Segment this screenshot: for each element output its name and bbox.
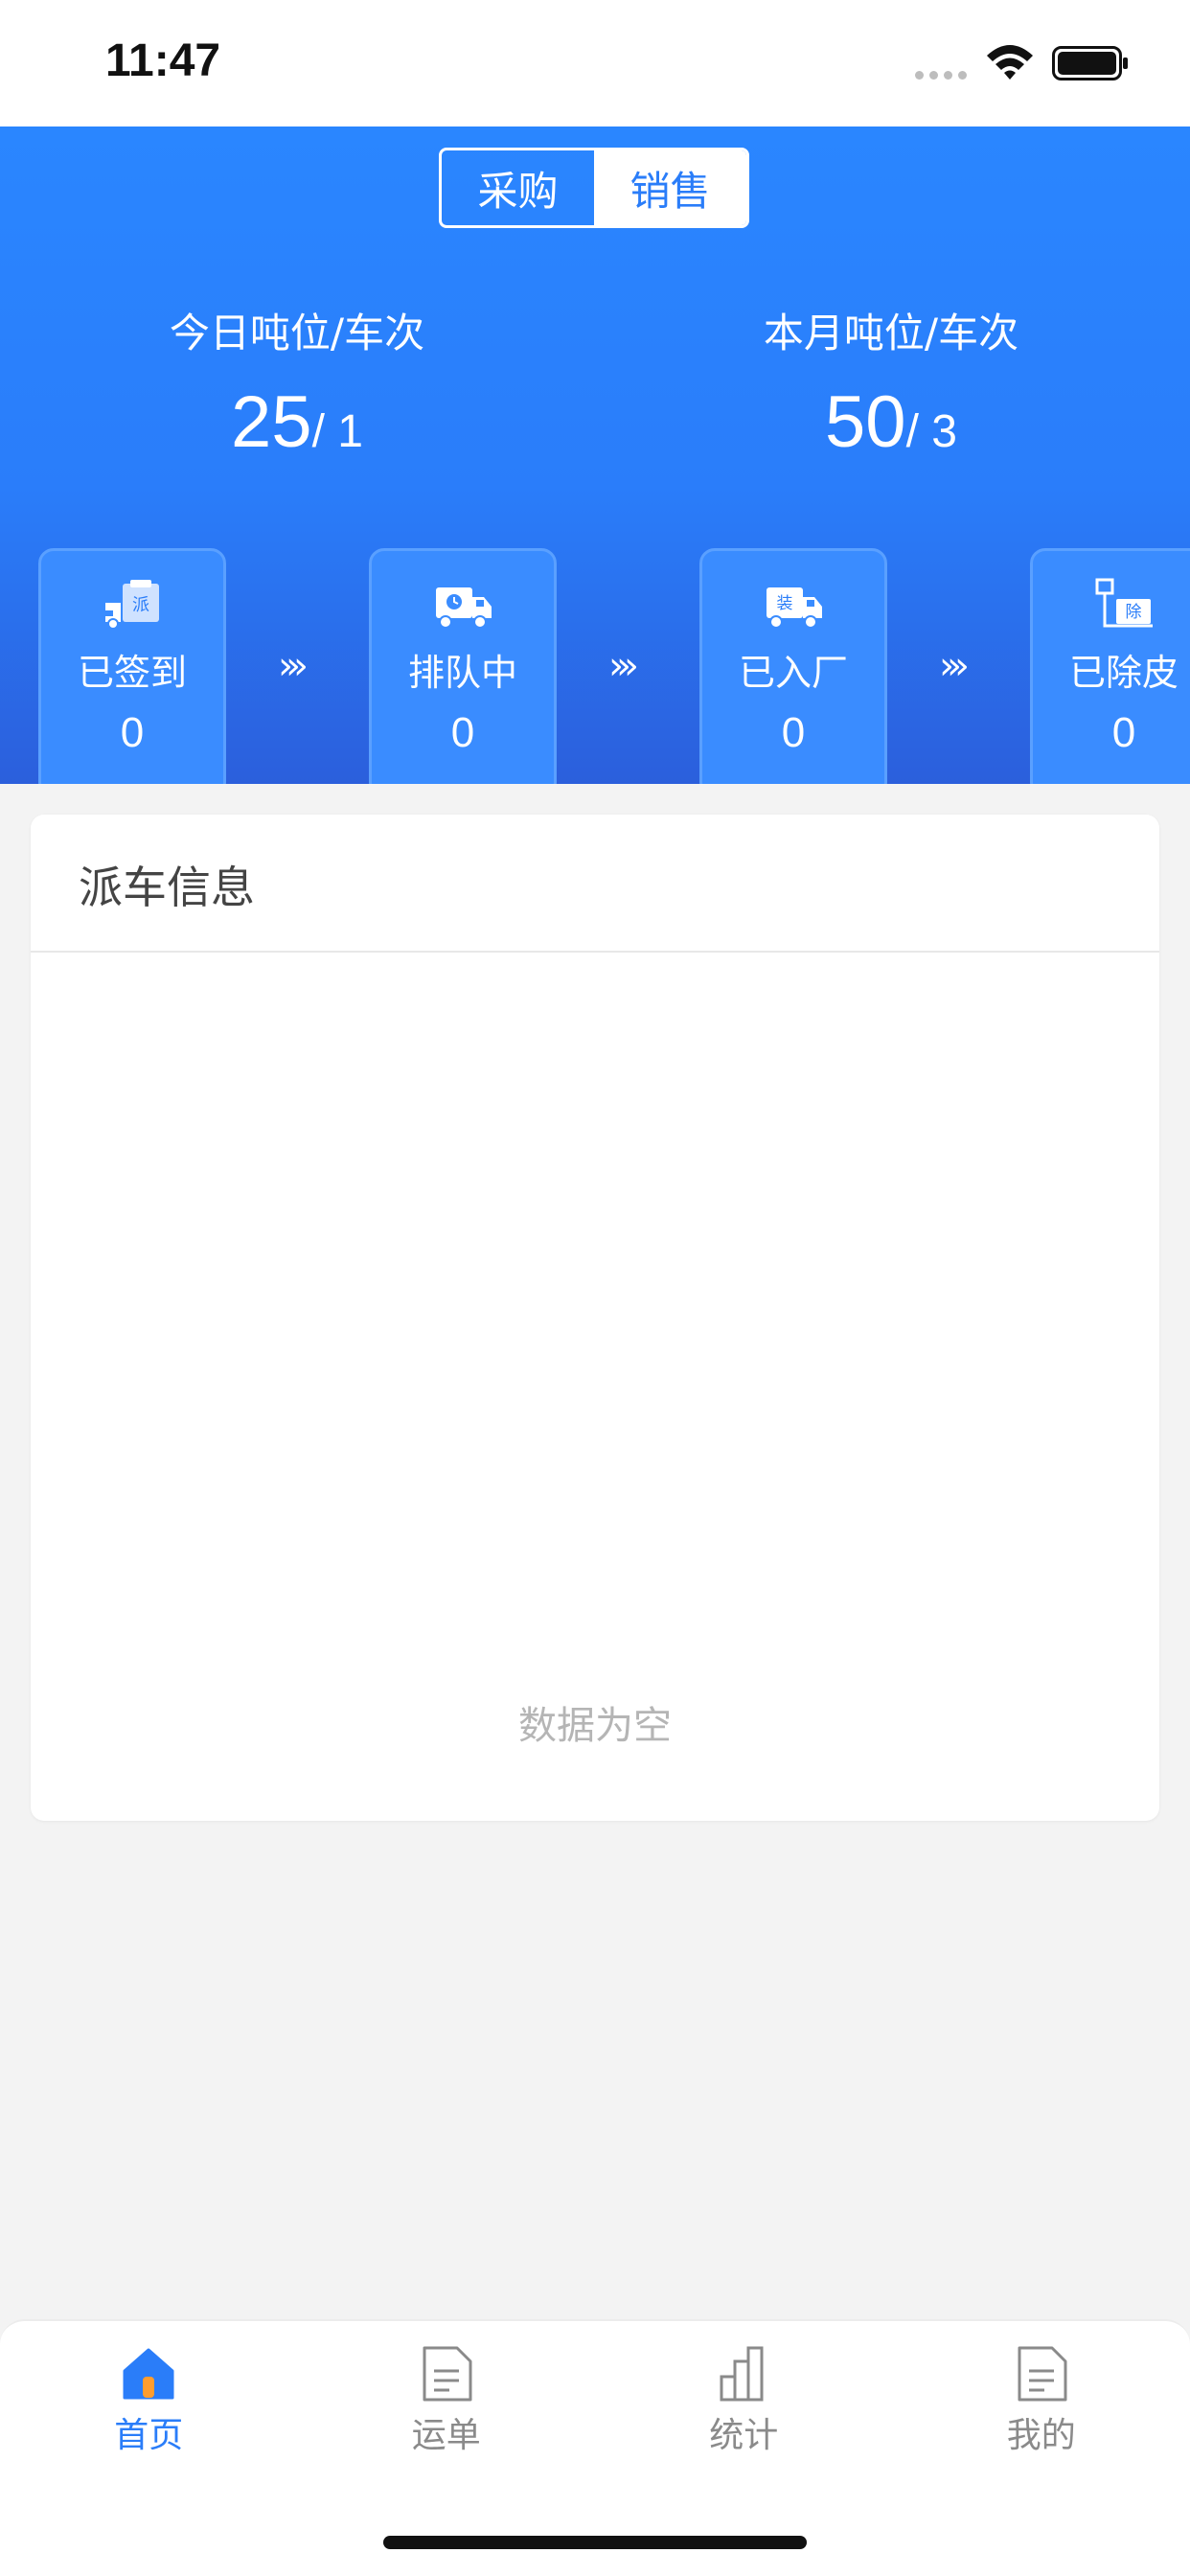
- divider: [31, 951, 1159, 953]
- month-trips: / 3: [905, 406, 957, 457]
- stats-icon: [720, 2346, 764, 2402]
- bottom-safe-area: [0, 2476, 1190, 2576]
- segment-purchase[interactable]: 采购: [442, 150, 594, 225]
- chevrons-right-icon: ›››: [939, 644, 970, 688]
- tab-profile[interactable]: 我的: [893, 2321, 1190, 2478]
- stage-card-signed-in[interactable]: 派 已签到 0: [38, 548, 226, 784]
- stage-count: 0: [781, 709, 806, 756]
- stage-card-queuing[interactable]: 排队中 0: [369, 548, 557, 784]
- tab-label: 我的: [1006, 2416, 1076, 2455]
- stage-badge: 除: [1126, 603, 1142, 622]
- chevrons-right-icon: ›››: [278, 644, 309, 688]
- dispatch-truck-icon: 派: [105, 580, 159, 630]
- load-truck-icon: 装: [767, 587, 822, 629]
- month-tons: 50: [825, 381, 906, 463]
- purchase-sales-toggle[interactable]: 采购 销售: [439, 148, 749, 228]
- stage-count: 0: [120, 709, 145, 756]
- tab-label: 统计: [709, 2416, 779, 2455]
- profile-doc-icon: [1018, 2346, 1067, 2402]
- tab-waybill[interactable]: 运单: [298, 2321, 596, 2478]
- dispatch-info-card: 派车信息 数据为空: [31, 815, 1159, 1821]
- tab-home[interactable]: 首页: [0, 2321, 298, 2478]
- stage-label: 已签到: [77, 652, 187, 694]
- stage-count: 0: [450, 709, 475, 756]
- home-icon: [123, 2348, 174, 2400]
- month-stat-value: 50/ 3: [690, 380, 1092, 464]
- today-stat-value: 25/ 1: [96, 380, 498, 464]
- today-trips: / 1: [311, 406, 363, 457]
- status-time: 11:47: [105, 35, 221, 86]
- stage-badge: 装: [777, 594, 793, 613]
- stage-count: 0: [1111, 709, 1136, 756]
- queue-truck-icon: [436, 587, 492, 629]
- status-bar: 11:47: [0, 0, 1190, 126]
- stage-label: 已除皮: [1068, 652, 1179, 694]
- waybill-icon: [423, 2346, 472, 2402]
- month-stat: 本月吨位/车次 50/ 3: [690, 301, 1092, 464]
- wifi-icon: [987, 45, 1033, 80]
- battery-icon: [1052, 46, 1128, 80]
- stage-card-tared[interactable]: 除 已除皮 0: [1030, 548, 1190, 784]
- empty-state-text: 数据为空: [518, 1704, 672, 1748]
- tab-stats[interactable]: 统计: [595, 2321, 893, 2478]
- today-tons: 25: [231, 381, 312, 463]
- header-panel: 采购 销售 今日吨位/车次 25/ 1 本月吨位/车次 50/ 3 派 已签到 …: [0, 126, 1190, 784]
- today-stat-label: 今日吨位/车次: [169, 310, 425, 356]
- month-stat-label: 本月吨位/车次: [763, 310, 1019, 356]
- scale-icon: 除: [1095, 578, 1153, 628]
- today-stat: 今日吨位/车次 25/ 1: [96, 301, 498, 464]
- stage-card-entered[interactable]: 装 已入厂 0: [699, 548, 887, 784]
- stage-label: 已入厂: [738, 652, 848, 694]
- signal-icon: [915, 71, 967, 80]
- segment-sales[interactable]: 销售: [594, 150, 746, 225]
- stage-badge: 派: [132, 595, 149, 615]
- bottom-tab-bar: 首页 运单 统计 我的: [0, 2319, 1190, 2478]
- chevrons-right-icon: ›››: [608, 644, 639, 688]
- home-indicator[interactable]: [383, 2536, 807, 2549]
- stage-label: 排队中: [407, 652, 517, 694]
- tab-label: 首页: [114, 2416, 184, 2455]
- tab-label: 运单: [411, 2416, 481, 2455]
- dispatch-info-title: 派车信息: [79, 862, 255, 913]
